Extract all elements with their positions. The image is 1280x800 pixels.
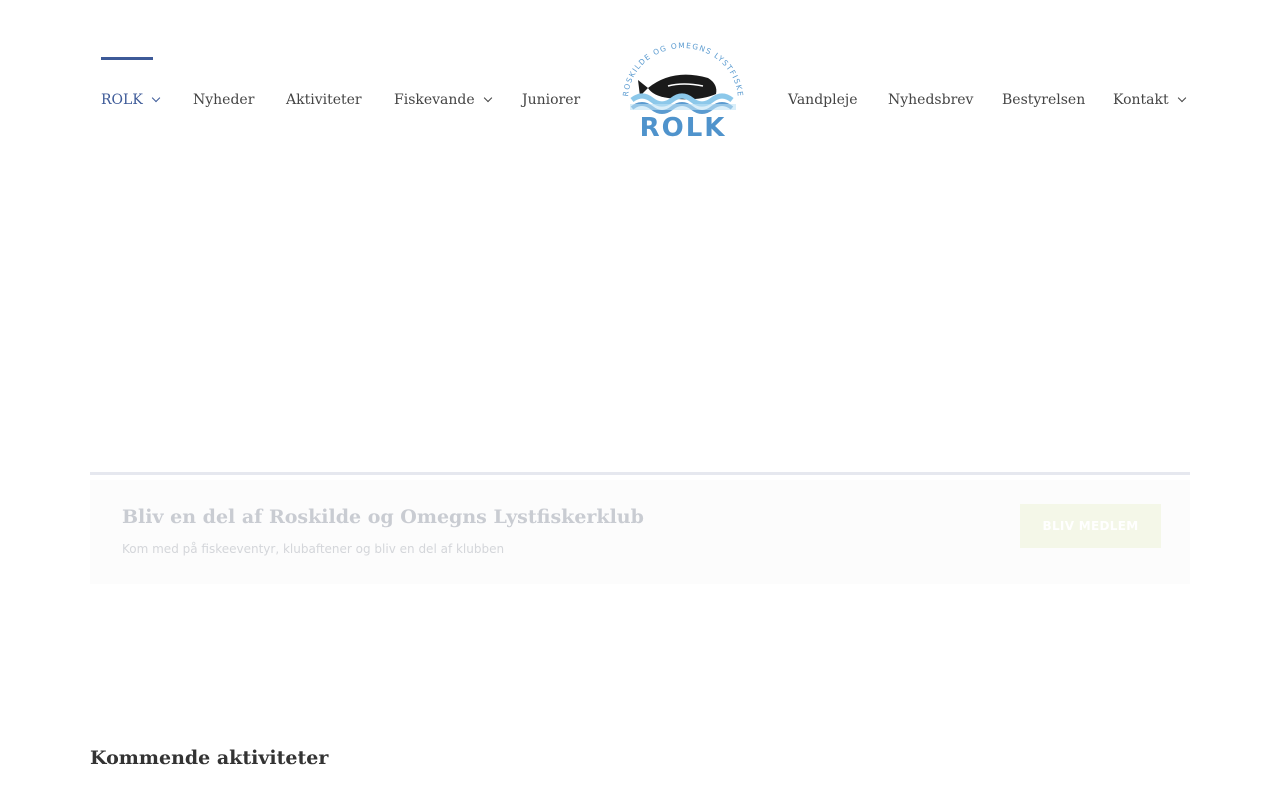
rolk-logo-icon: ROSKILDE OG OMEGNS LYSTFISKER KLUB ROLK	[615, 31, 744, 143]
nav-label: Aktiviteter	[286, 92, 362, 108]
nav-label: Kontakt	[1113, 92, 1169, 108]
nav-item-rolk[interactable]: ROLK	[101, 0, 161, 202]
nav-item-fiskevande[interactable]: Fiskevande	[394, 0, 492, 202]
nav-label: Juniorer	[522, 92, 581, 108]
cta-subtitle: Kom med på fiskeeventyr, klubaftener og …	[122, 542, 505, 556]
chevron-down-icon	[483, 93, 492, 103]
logo-wordmark: ROLK	[640, 113, 727, 142]
nav-item-aktiviteter[interactable]: Aktiviteter	[286, 0, 362, 202]
nav-item-juniorer[interactable]: Juniorer	[522, 0, 580, 202]
nav-item-nyhedsbrev[interactable]: Nyhedsbrev	[888, 0, 973, 202]
site-logo[interactable]: ROSKILDE OG OMEGNS LYSTFISKER KLUB ROLK	[615, 31, 748, 143]
nav-label: Vandpleje	[788, 92, 858, 108]
cta-title: Bliv en del af Roskilde og Omegns Lystfi…	[122, 506, 644, 528]
main-nav-left: ROLK Nyheder Aktiviteter Fiskevande Juni…	[101, 0, 614, 160]
chevron-down-icon	[1177, 93, 1186, 103]
nav-item-nyheder[interactable]: Nyheder	[193, 0, 254, 202]
join-button[interactable]: BLIV MEDLEM	[1020, 504, 1161, 548]
nav-label: ROLK	[101, 92, 143, 108]
upcoming-activities-title: Kommende aktiviteter	[90, 747, 329, 769]
nav-label: Fiskevande	[394, 92, 475, 108]
section-divider	[90, 472, 1190, 475]
main-nav-right: Vandpleje Nyhedsbrev Bestyrelsen Kontakt	[788, 0, 1186, 160]
site-header: ROLK Nyheder Aktiviteter Fiskevande Juni…	[0, 0, 1280, 160]
nav-label: Nyheder	[193, 92, 255, 108]
membership-cta: Bliv en del af Roskilde og Omegns Lystfi…	[90, 480, 1190, 584]
nav-item-vandpleje[interactable]: Vandpleje	[788, 0, 858, 202]
chevron-down-icon	[151, 93, 161, 103]
nav-item-kontakt[interactable]: Kontakt	[1113, 0, 1186, 202]
nav-label: Bestyrelsen	[1002, 92, 1086, 108]
nav-label: Nyhedsbrev	[888, 92, 974, 108]
nav-item-bestyrelsen[interactable]: Bestyrelsen	[1002, 0, 1085, 202]
